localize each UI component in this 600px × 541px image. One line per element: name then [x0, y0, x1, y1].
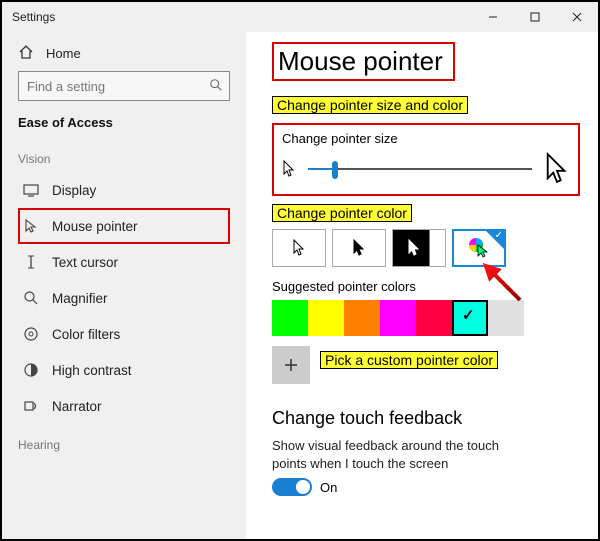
- search-input[interactable]: Find a setting: [18, 71, 230, 101]
- section-vision: Vision: [18, 152, 230, 166]
- narrator-icon: [22, 398, 40, 414]
- text-cursor-icon: [22, 254, 40, 270]
- cursor-large-icon: [544, 152, 570, 186]
- toggle-state-label: On: [320, 480, 337, 495]
- mouse-pointer-icon: [22, 218, 40, 234]
- slider-thumb[interactable]: [332, 161, 338, 179]
- search-icon: [209, 78, 223, 95]
- cursor-small-icon: [282, 160, 296, 178]
- sidebar-item-mouse-pointer[interactable]: Mouse pointer: [18, 208, 230, 244]
- sidebar-item-label: High contrast: [52, 363, 132, 378]
- suggested-color-swatch[interactable]: [380, 300, 416, 336]
- magnifier-icon: [22, 290, 40, 306]
- suggested-colors-label: Suggested pointer colors: [272, 279, 580, 294]
- pointer-style-white[interactable]: [272, 229, 326, 267]
- suggested-color-swatch[interactable]: [452, 300, 488, 336]
- suggested-colors-row: [272, 300, 580, 336]
- sidebar-item-label: Display: [52, 183, 96, 198]
- sidebar-item-display[interactable]: Display: [18, 172, 230, 208]
- sidebar-item-color-filters[interactable]: Color filters: [18, 316, 230, 352]
- main-content: Mouse pointer Change pointer size and co…: [246, 32, 598, 539]
- subhead-size-color: Change pointer size and color: [272, 96, 468, 114]
- pointer-style-inverted[interactable]: [392, 229, 446, 267]
- sidebar-item-label: Mouse pointer: [52, 219, 138, 234]
- pointer-color-swatches: ✓: [272, 229, 580, 267]
- sidebar-item-label: Text cursor: [52, 255, 118, 270]
- sidebar-item-text-cursor[interactable]: Text cursor: [18, 244, 230, 280]
- checkmark-icon: ✓: [495, 230, 503, 241]
- pointer-size-slider[interactable]: [308, 168, 532, 170]
- annotation-arrow-icon: [482, 262, 522, 302]
- display-icon: [22, 182, 40, 198]
- sidebar-item-label: Narrator: [52, 399, 102, 414]
- high-contrast-icon: [22, 362, 40, 378]
- pointer-size-label: Change pointer size: [282, 131, 570, 146]
- sidebar-item-high-contrast[interactable]: High contrast: [18, 352, 230, 388]
- window-title: Settings: [12, 10, 55, 24]
- minimize-button[interactable]: [472, 2, 514, 32]
- pointer-size-group: Change pointer size: [272, 123, 580, 196]
- touch-feedback-heading: Change touch feedback: [272, 408, 580, 429]
- touch-feedback-toggle[interactable]: [272, 478, 312, 496]
- sidebar-item-magnifier[interactable]: Magnifier: [18, 280, 230, 316]
- suggested-color-swatch[interactable]: [416, 300, 452, 336]
- page-title: Mouse pointer: [272, 42, 455, 81]
- suggested-color-swatch[interactable]: [272, 300, 308, 336]
- section-hearing: Hearing: [18, 438, 230, 452]
- pointer-style-black[interactable]: [332, 229, 386, 267]
- color-filters-icon: [22, 326, 40, 342]
- sidebar: Home Find a setting Ease of Access Visio…: [2, 32, 246, 539]
- home-nav[interactable]: Home: [18, 38, 230, 71]
- close-button[interactable]: [556, 2, 598, 32]
- suggested-color-swatch[interactable]: [488, 300, 524, 336]
- custom-color-label: Pick a custom pointer color: [320, 351, 498, 369]
- sidebar-item-narrator[interactable]: Narrator: [18, 388, 230, 424]
- category-label: Ease of Access: [18, 115, 230, 130]
- search-placeholder: Find a setting: [27, 79, 209, 94]
- add-custom-color-button[interactable]: [272, 346, 310, 384]
- touch-feedback-desc: Show visual feedback around the touch po…: [272, 437, 532, 472]
- titlebar: Settings: [2, 2, 598, 32]
- home-icon: [18, 44, 34, 63]
- sidebar-item-label: Color filters: [52, 327, 120, 342]
- suggested-color-swatch[interactable]: [308, 300, 344, 336]
- home-label: Home: [46, 46, 81, 61]
- maximize-button[interactable]: [514, 2, 556, 32]
- sidebar-item-label: Magnifier: [52, 291, 108, 306]
- pointer-color-label: Change pointer color: [272, 204, 412, 222]
- suggested-color-swatch[interactable]: [344, 300, 380, 336]
